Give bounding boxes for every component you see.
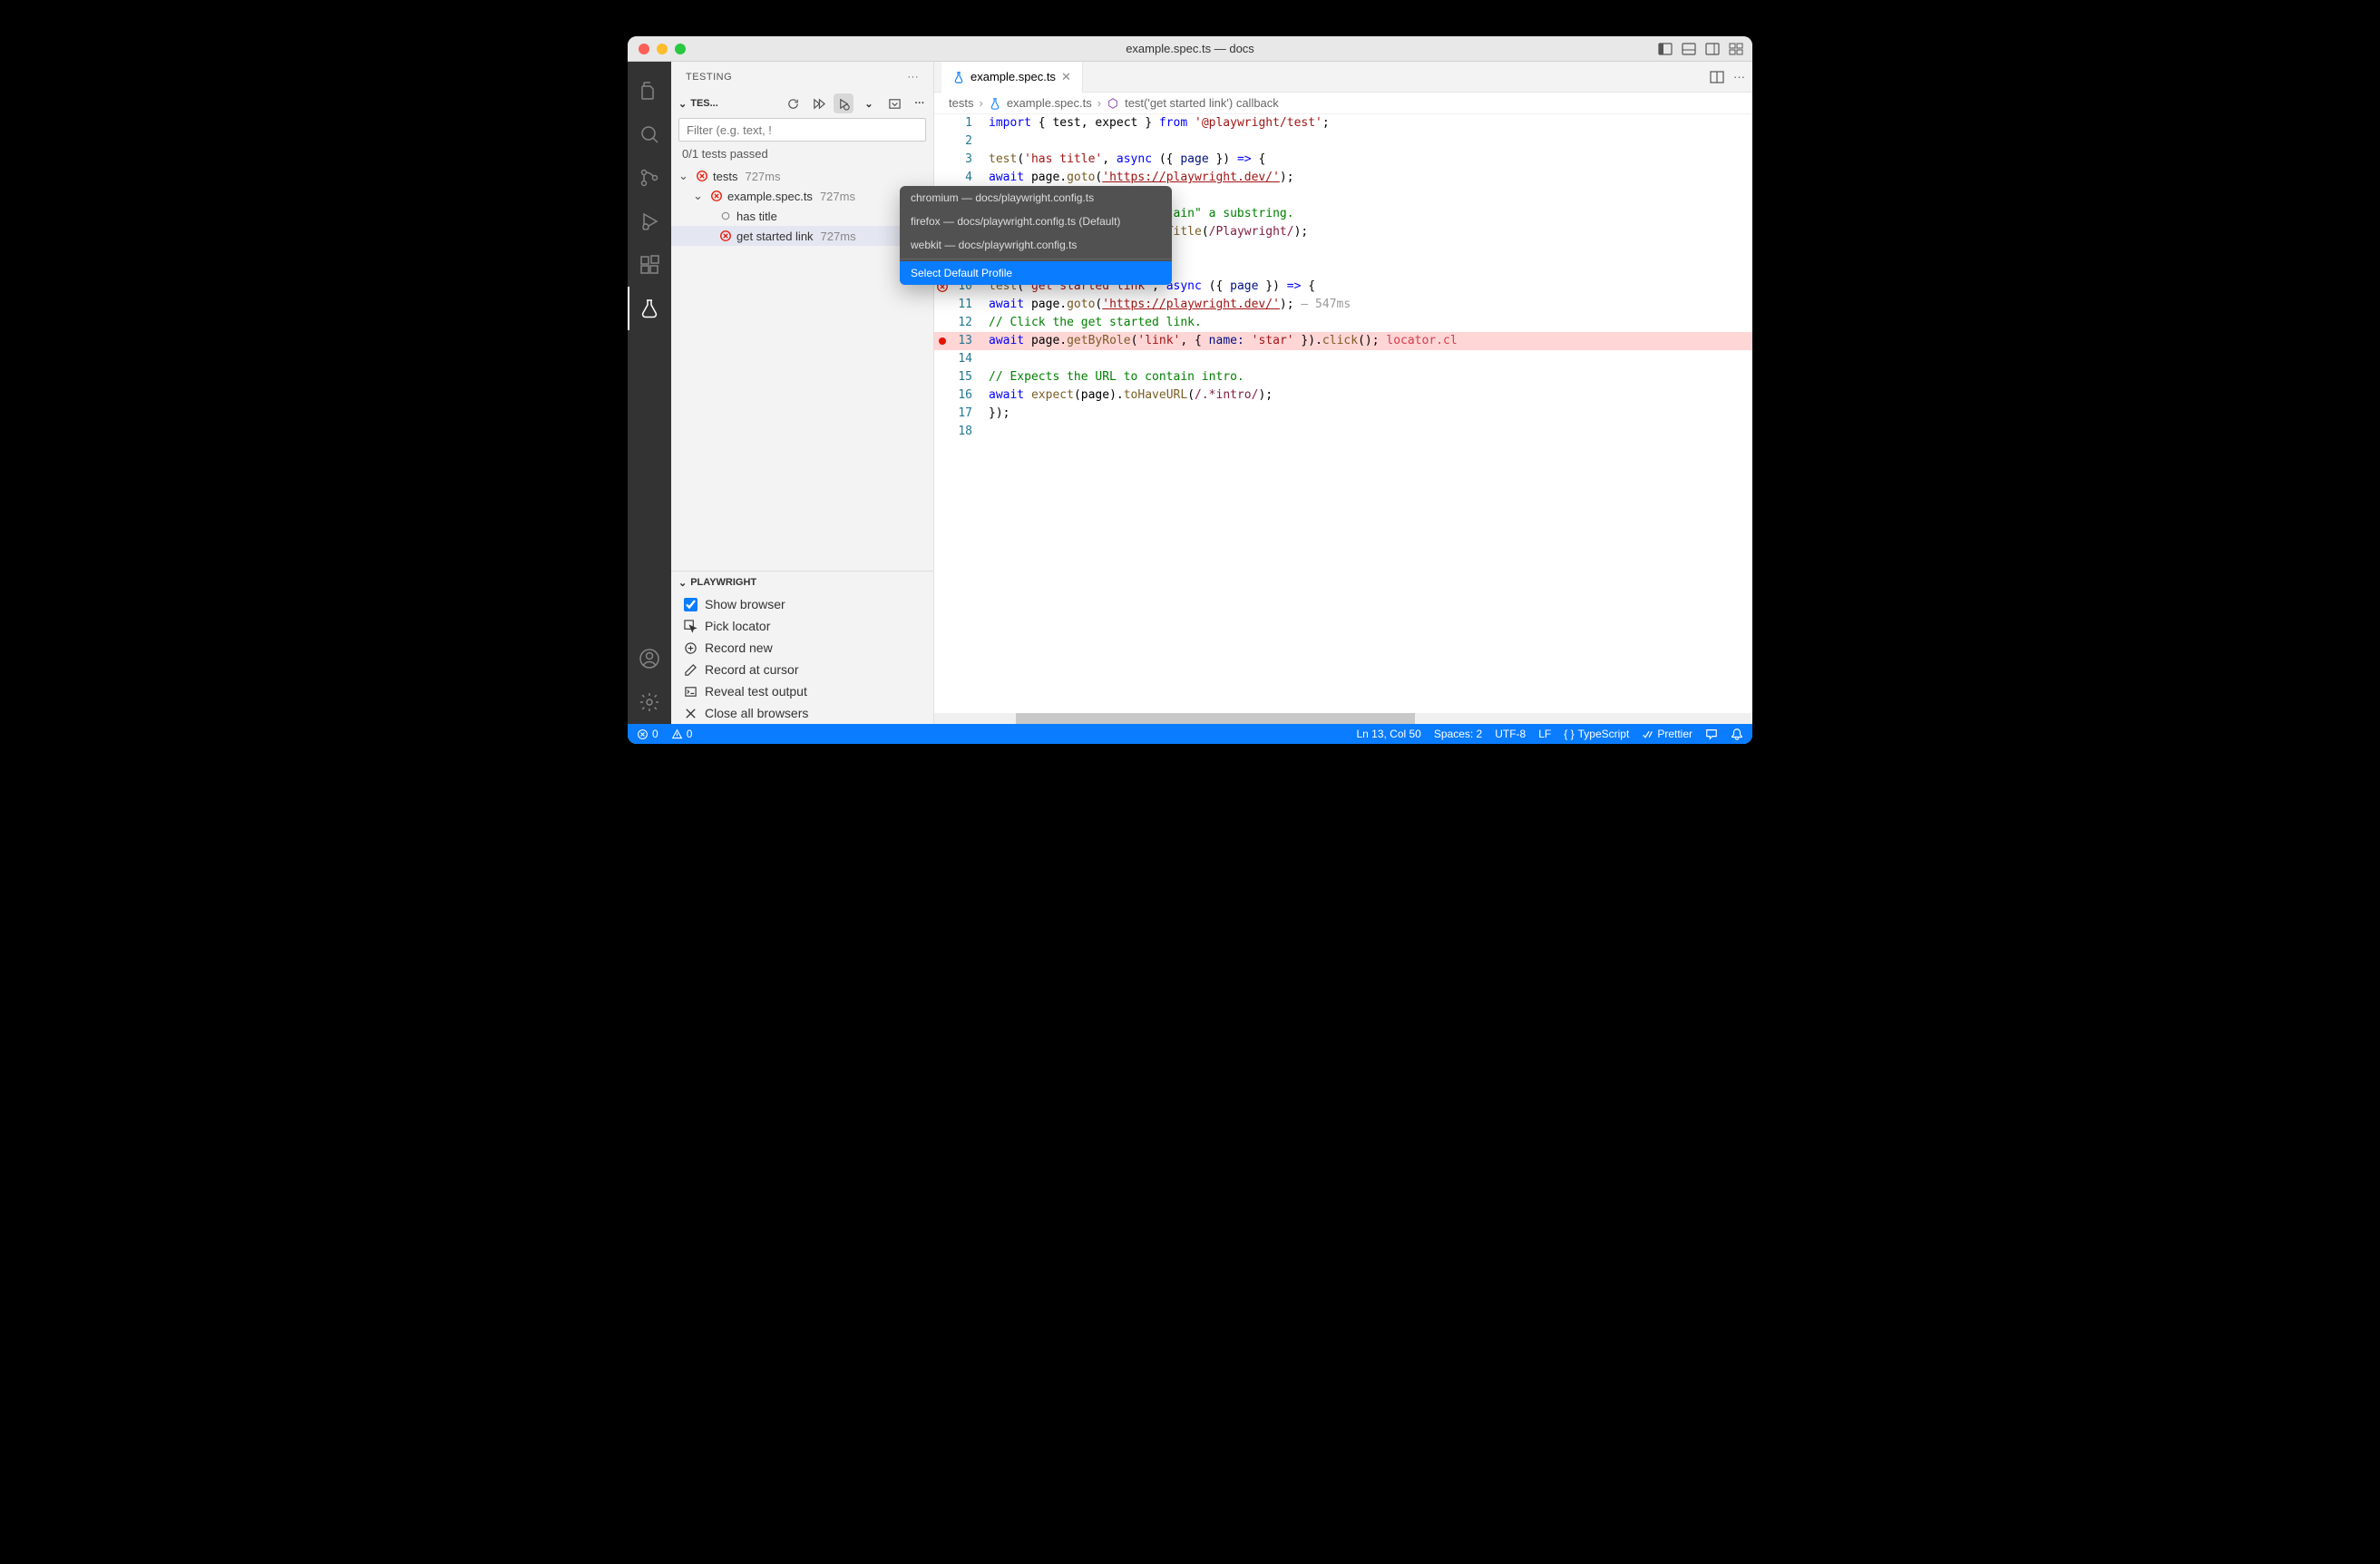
test-tree: ⌄ tests 727ms ⌄ example.spec.ts 727ms ha… (671, 166, 933, 246)
more-actions-icon[interactable]: ··· (908, 72, 920, 83)
reveal-output-item[interactable]: Reveal test output (671, 680, 933, 702)
breakpoint-icon[interactable] (934, 332, 951, 350)
customize-layout-icon[interactable] (1729, 42, 1743, 56)
maximize-window-button[interactable] (675, 44, 686, 54)
tree-row-file[interactable]: ⌄ example.spec.ts 727ms (671, 186, 933, 206)
window-controls (639, 44, 686, 54)
app-window: example.spec.ts — docs TESTING ··· (628, 36, 1752, 744)
editor-area: example.spec.ts ✕ ··· tests › example.sp… (934, 62, 1752, 724)
tests-passed-status: 0/1 tests passed (671, 145, 933, 166)
settings-gear-icon[interactable] (628, 680, 671, 724)
search-icon[interactable] (628, 112, 671, 156)
eol[interactable]: LF (1538, 728, 1551, 740)
window-title: example.spec.ts — docs (628, 42, 1752, 55)
method-icon (1107, 97, 1119, 110)
playwright-title: PLAYWRIGHT (690, 577, 756, 588)
errors-count[interactable]: 0 (637, 728, 658, 740)
more-icon[interactable]: ··· (1733, 70, 1745, 84)
edit-icon (684, 663, 697, 677)
dropdown-item[interactable]: webkit — docs/playwright.config.ts (900, 233, 1172, 257)
pick-locator-item[interactable]: Pick locator (671, 615, 933, 637)
tree-row-test2[interactable]: get started link 727ms (671, 226, 933, 246)
show-output-icon[interactable] (884, 93, 904, 113)
cursor-position[interactable]: Ln 13, Col 50 (1356, 728, 1420, 740)
indentation[interactable]: Spaces: 2 (1434, 728, 1482, 740)
section-label: TES... (690, 98, 718, 109)
run-debug-icon[interactable] (628, 200, 671, 243)
close-tab-icon[interactable]: ✕ (1061, 70, 1071, 84)
run-all-icon[interactable] (808, 93, 828, 113)
dropdown-item[interactable]: firefox — docs/playwright.config.ts (Def… (900, 210, 1172, 233)
accounts-icon[interactable] (628, 637, 671, 680)
inspect-icon (684, 620, 697, 633)
chevron-down-icon[interactable]: ⌄ (678, 577, 687, 589)
minimize-window-button[interactable] (657, 44, 668, 54)
feedback-icon[interactable] (1705, 728, 1718, 740)
profile-dropdown: chromium — docs/playwright.config.ts fir… (900, 186, 1172, 285)
show-browser-item[interactable]: Show browser (671, 593, 933, 615)
filter-input[interactable] (678, 118, 926, 142)
split-editor-icon[interactable] (1710, 70, 1724, 84)
toggle-primary-sidebar-icon[interactable] (1658, 42, 1673, 56)
warnings-count[interactable]: 0 (671, 728, 693, 740)
status-bar: 0 0 Ln 13, Col 50 Spaces: 2 UTF-8 LF { }… (628, 724, 1752, 744)
testing-icon[interactable] (628, 287, 671, 330)
tree-row-test1[interactable]: has title (671, 206, 933, 226)
tree-row-tests[interactable]: ⌄ tests 727ms (671, 166, 933, 186)
titlebar-layout-controls (1658, 42, 1743, 56)
horizontal-scrollbar[interactable] (934, 713, 1752, 724)
titlebar: example.spec.ts — docs (628, 36, 1752, 62)
refresh-icon[interactable] (783, 93, 803, 113)
editor-tab[interactable]: example.spec.ts ✕ (941, 62, 1083, 93)
plus-circle-icon (684, 641, 697, 655)
terminal-icon (684, 685, 697, 699)
sidebar-title: TESTING (686, 72, 732, 83)
beaker-icon (952, 71, 965, 83)
select-default-profile[interactable]: Select Default Profile (900, 261, 1172, 285)
editor-tabs: example.spec.ts ✕ ··· (934, 62, 1752, 93)
show-browser-checkbox[interactable] (684, 598, 697, 611)
playwright-section: ⌄ PLAYWRIGHT Show browser Pick locator R… (671, 571, 933, 724)
activity-bar (628, 62, 671, 724)
notifications-icon[interactable] (1731, 728, 1743, 740)
beaker-icon (989, 97, 1001, 110)
record-at-cursor-item[interactable]: Record at cursor (671, 659, 933, 680)
source-control-icon[interactable] (628, 156, 671, 200)
chevron-down-icon[interactable]: ⌄ (678, 98, 687, 110)
language-mode[interactable]: { } TypeScript (1564, 728, 1629, 740)
more-icon[interactable]: ··· (910, 93, 930, 113)
dropdown-item[interactable]: chromium — docs/playwright.config.ts (900, 186, 1172, 210)
prettier-status[interactable]: Prettier (1642, 728, 1692, 740)
breadcrumb[interactable]: tests › example.spec.ts › test('get star… (934, 93, 1752, 114)
toggle-secondary-sidebar-icon[interactable] (1705, 42, 1720, 56)
extensions-icon[interactable] (628, 243, 671, 287)
encoding[interactable]: UTF-8 (1495, 728, 1526, 740)
explorer-icon[interactable] (628, 69, 671, 112)
debug-run-icon[interactable] (834, 93, 853, 113)
toggle-panel-icon[interactable] (1682, 42, 1696, 56)
close-all-item[interactable]: Close all browsers (671, 702, 933, 724)
testing-sidebar: TESTING ··· ⌄ TES... ⌄ ··· 0/1 tests pas… (671, 62, 934, 724)
close-icon (684, 707, 697, 720)
close-window-button[interactable] (639, 44, 649, 54)
record-new-item[interactable]: Record new (671, 637, 933, 659)
chevron-down-split-icon[interactable]: ⌄ (859, 93, 879, 113)
